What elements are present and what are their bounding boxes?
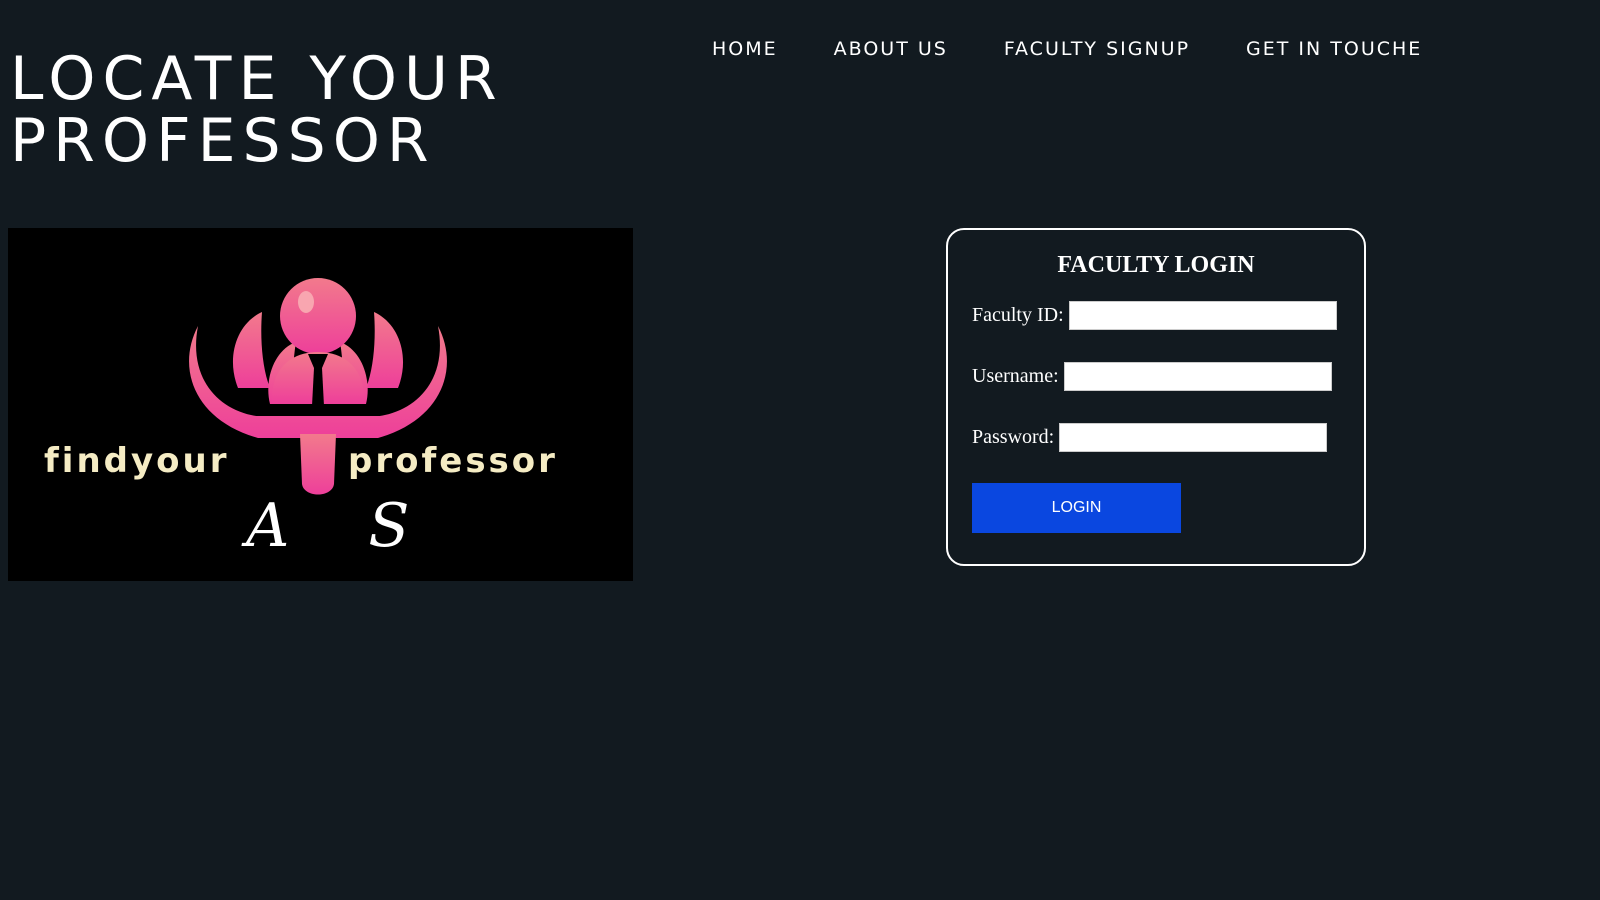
nav-faculty-signup[interactable]: FACULTY SIGNUP [992, 38, 1202, 60]
faculty-id-row: Faculty ID: [972, 301, 1337, 330]
site-title: LOCATE YOUR PROFESSOR [10, 44, 504, 176]
username-input[interactable] [1063, 362, 1332, 391]
nav-home[interactable]: HOME [700, 38, 790, 60]
username-label: Username: [972, 365, 1059, 387]
top-nav: HOME ABOUT US FACULTY SIGNUP GET IN TOUC… [700, 38, 1520, 60]
logo-wordmark-right: professor [348, 441, 558, 481]
logo-wordmark-left: findyour [44, 441, 229, 481]
username-row: Username: [972, 362, 1332, 391]
logo-image: findyour professor A S [8, 228, 633, 581]
login-button[interactable]: LOGIN [972, 483, 1181, 533]
password-row: Password: [972, 423, 1328, 452]
nav-get-in-touch[interactable]: GET IN TOUCHE [1234, 38, 1434, 60]
nav-about-us[interactable]: ABOUT US [822, 38, 960, 60]
logo-initials: A S [241, 491, 440, 561]
faculty-id-label: Faculty ID: [972, 304, 1064, 326]
faculty-id-input[interactable] [1068, 301, 1337, 330]
faculty-login-card: FACULTY LOGIN Faculty ID: Username: Pass… [946, 228, 1366, 566]
password-input[interactable] [1059, 423, 1328, 452]
login-title: FACULTY LOGIN [1057, 252, 1255, 278]
find-your-professor-logo: findyour professor A S [44, 278, 558, 561]
password-label: Password: [972, 426, 1055, 448]
